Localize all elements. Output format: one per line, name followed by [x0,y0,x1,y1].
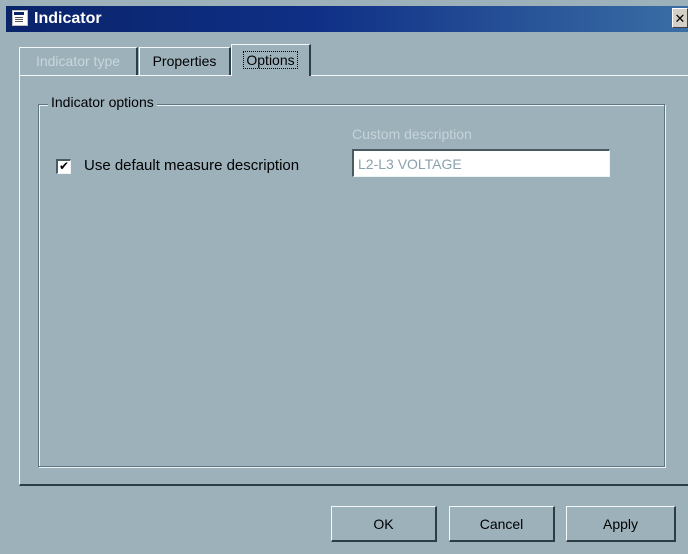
title-bar[interactable]: Indicator ✕ [6,6,688,32]
tab-options[interactable]: Options [231,44,311,76]
window-icon [12,10,28,26]
close-icon: ✕ [674,11,686,26]
tab-label: Options [243,51,298,69]
tab-indicator-type: Indicator type [19,47,138,75]
tab-label: Indicator type [35,53,121,69]
tab-label: Properties [152,53,217,69]
ok-button[interactable]: OK [331,506,437,542]
options-tab-panel [19,75,688,486]
window-title: Indicator [34,10,102,27]
apply-button[interactable]: Apply [566,506,676,542]
tab-properties[interactable]: Properties [139,47,231,75]
cancel-button[interactable]: Cancel [449,506,555,542]
close-button[interactable]: ✕ [672,8,688,28]
